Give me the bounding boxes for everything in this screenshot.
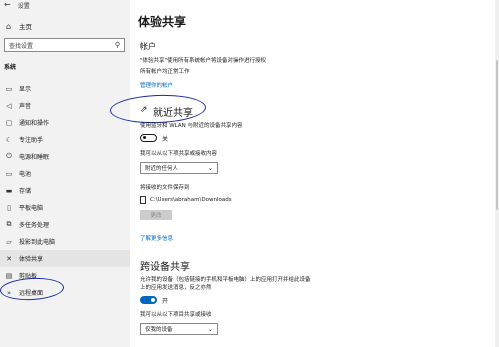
window-title: 设置: [17, 2, 30, 10]
cross-device-toggle[interactable]: [140, 296, 157, 304]
multitask-icon: ⧉: [6, 220, 12, 228]
sidebar-item-label: 电池: [19, 171, 32, 178]
nearby-receive-value: 附近的任何人: [145, 166, 179, 172]
home-icon: ⌂: [5, 21, 12, 31]
search-placeholder: 查找设置: [9, 42, 34, 50]
project-icon: ▱: [6, 237, 12, 246]
sidebar-item-label: 声音: [19, 103, 32, 110]
search-input[interactable]: 查找设置 ⚲: [4, 38, 125, 52]
home-label: 主页: [19, 23, 32, 31]
sidebar-item-shared-experiences[interactable]: ✕ 体验共享: [0, 250, 130, 267]
battery-icon: ▭: [5, 169, 13, 178]
cross-device-receive-label: 我可以从以下项目共享或接收: [140, 312, 212, 318]
sidebar-item-label: 投影到此电脑: [19, 239, 56, 246]
clipboard-icon: ▤: [5, 271, 13, 280]
sidebar-section-label: 系统: [4, 64, 17, 71]
display-icon: ▭: [5, 84, 13, 93]
back-arrow-icon[interactable]: ←: [4, 1, 11, 9]
sidebar-item-label: 显示: [19, 86, 32, 93]
sidebar-item-power[interactable]: ⏻ 电源和睡眠: [0, 148, 130, 165]
cross-device-toggle-state: 开: [162, 298, 169, 305]
scrollbar-thumb[interactable]: [496, 60, 498, 210]
accounts-desc-1: "体验共享"使用所有系统帐户将设备对操作进行授权: [140, 58, 267, 64]
sidebar-item-label: 通知和操作: [19, 120, 50, 127]
sidebar-item-label: 存储: [19, 188, 32, 195]
accounts-heading: 帐户: [140, 42, 156, 51]
page-title: 体验共享: [138, 15, 187, 29]
nearby-sharing-toggle-state: 关: [162, 136, 169, 143]
notification-icon: ▢: [5, 118, 13, 127]
power-icon: ⏻: [6, 152, 12, 160]
tablet-icon: ▯: [7, 203, 11, 212]
sidebar-item-label: 多任务处理: [19, 222, 50, 229]
manage-accounts-link[interactable]: 管理你的帐户: [140, 81, 173, 89]
nearby-receive-label: 我可以从以下项共享或接收内容: [140, 151, 218, 157]
moon-icon: ☾: [5, 135, 13, 144]
save-path: C:\Users\abraham\Downloads: [150, 197, 232, 203]
folder-icon: [140, 196, 146, 204]
nearby-sharing-toggle[interactable]: [140, 134, 157, 142]
sidebar-item-display[interactable]: ▭ 显示: [0, 80, 130, 97]
cross-device-desc-1: 允许我的设备（包括链接的手机和平板电脑）上的应用打开并给此设备: [140, 277, 311, 283]
sidebar-item-battery[interactable]: ▭ 电池: [0, 165, 130, 182]
change-button[interactable]: 更改: [140, 210, 172, 220]
save-location: C:\Users\abraham\Downloads: [140, 196, 232, 204]
sidebar-item-notifications[interactable]: ▢ 通知和操作: [0, 114, 130, 131]
sidebar-item-tablet[interactable]: ▯ 平板电脑: [0, 199, 130, 216]
cross-device-desc-2: 上的应用发送消息，反之亦然: [140, 285, 212, 291]
accounts-desc-2: 所有帐户均正常工作: [140, 69, 190, 75]
nearby-receive-dropdown[interactable]: 附近的任何人 ⌄: [140, 162, 218, 174]
sidebar-item-label: 体验共享: [19, 256, 44, 263]
chevron-down-icon: ⌄: [207, 325, 213, 333]
sidebar-item-label: 平板电脑: [19, 205, 44, 212]
cross-device-receive-dropdown[interactable]: 仅我的设备 ⌄: [140, 323, 218, 335]
nearby-sharing-desc: 使用蓝牙和 WLAN 与附近的设备共享内容: [140, 123, 243, 129]
search-icon[interactable]: ⚲: [115, 41, 120, 49]
save-location-label: 将接收的文件保存到: [140, 185, 190, 191]
sidebar-item-multitasking[interactable]: ⧉ 多任务处理: [0, 216, 130, 233]
main-content: 体验共享 帐户 "体验共享"使用所有系统帐户将设备对操作进行授权 所有帐户均正常…: [109, 0, 499, 347]
sidebar-item-projecting[interactable]: ▱ 投影到此电脑: [0, 233, 130, 250]
shared-experiences-icon: ✕: [6, 254, 12, 263]
sidebar-item-focus-assist[interactable]: ☾ 专注助手: [0, 131, 130, 148]
sidebar-item-storage[interactable]: ▬ 存储: [0, 182, 130, 199]
sidebar: ← 设置 ⌂ 主页 查找设置 ⚲ 系统 ▭ 显示 ◁ 声音 ▢ 通知和操作 ☾ …: [0, 0, 130, 347]
sidebar-item-label: 电源和睡眠: [19, 154, 50, 161]
settings-window: ← 设置 ⌂ 主页 查找设置 ⚲ 系统 ▭ 显示 ◁ 声音 ▢ 通知和操作 ☾ …: [0, 0, 499, 347]
title-bar: ← 设置: [4, 0, 30, 10]
cross-device-receive-value: 仅我的设备: [145, 327, 173, 333]
storage-icon: ▬: [5, 186, 13, 195]
cross-device-heading: 跨设备共享: [140, 262, 190, 273]
speaker-icon: ◁: [6, 101, 12, 110]
chevron-down-icon: ⌄: [207, 164, 213, 172]
learn-more-link[interactable]: 了解更多信息: [140, 234, 173, 242]
sidebar-item-label: 专注助手: [19, 137, 44, 144]
sidebar-home[interactable]: ⌂ 主页: [4, 19, 124, 33]
